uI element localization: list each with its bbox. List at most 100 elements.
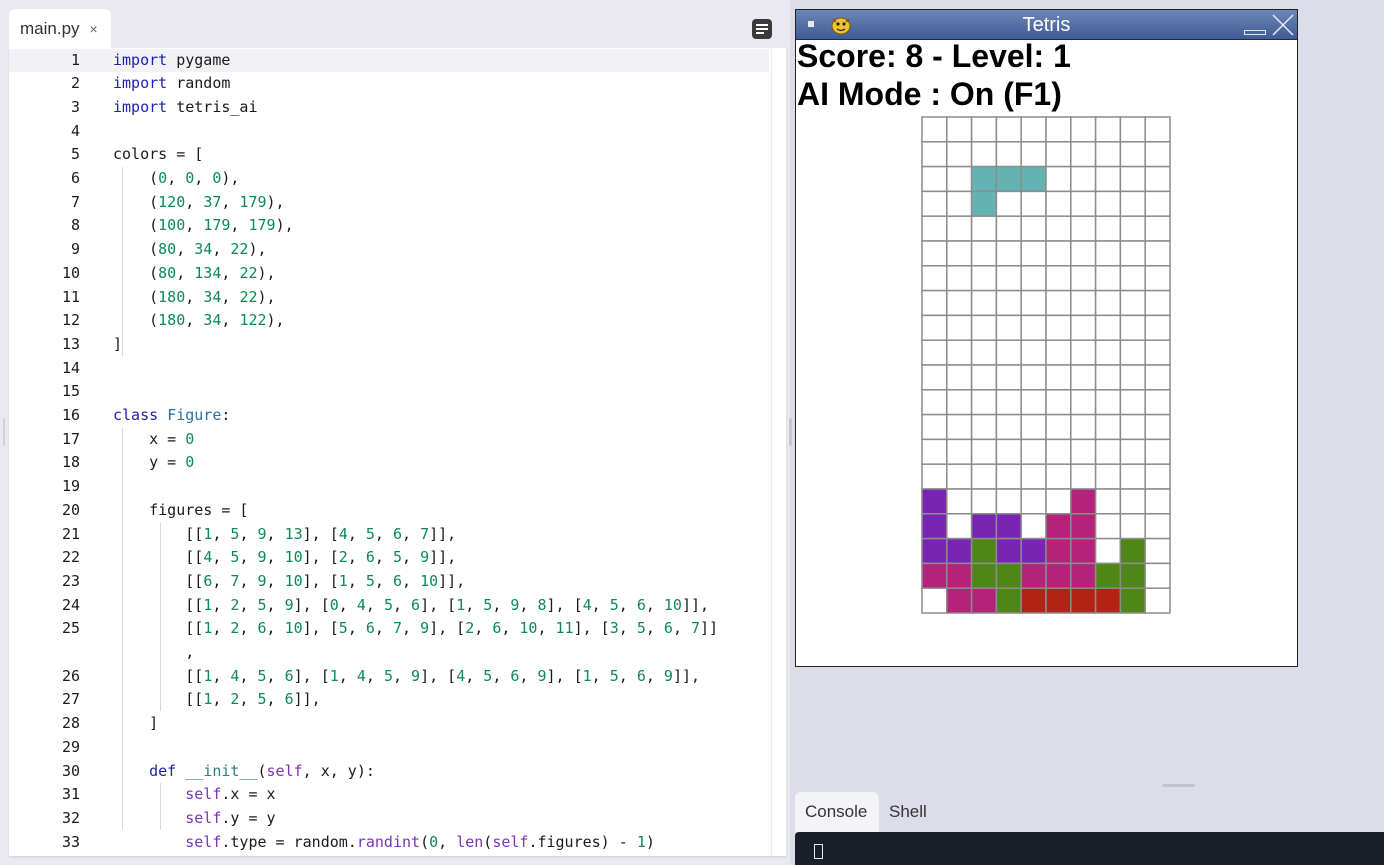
tetris-window[interactable]: Tetris Score: 8 - Level: 1 AI Mode : On … bbox=[795, 9, 1298, 667]
code-line[interactable]: 2 import random bbox=[9, 72, 769, 95]
split-resize-handle[interactable] bbox=[789, 418, 792, 446]
code-line[interactable]: 19 bbox=[9, 475, 769, 498]
board-cell bbox=[946, 215, 973, 242]
close-tab-icon[interactable]: × bbox=[90, 21, 98, 37]
board-cell bbox=[1119, 240, 1146, 267]
editor-area: main.py × 1 import pygame 2 import random 3 i… bbox=[0, 0, 792, 865]
panel-menu-icon[interactable] bbox=[752, 19, 772, 39]
board-cell bbox=[1094, 438, 1122, 465]
board-cell bbox=[1020, 513, 1047, 540]
board-cell bbox=[995, 389, 1022, 416]
board-cell bbox=[1144, 488, 1171, 515]
board-cell bbox=[970, 314, 998, 341]
board-cell bbox=[921, 165, 948, 193]
close-window-icon[interactable] bbox=[1270, 12, 1296, 38]
board-cell bbox=[1020, 215, 1047, 242]
indent-guide bbox=[160, 522, 161, 712]
code-line[interactable]: 9 (80, 34, 22), bbox=[9, 238, 769, 261]
code-text: class Figure: bbox=[113, 406, 231, 424]
window-title-bar[interactable]: Tetris bbox=[796, 10, 1297, 40]
board-cell bbox=[946, 488, 973, 515]
code-line[interactable]: 26 [[1, 4, 5, 6], [1, 4, 5, 9], [4, 5, 6… bbox=[9, 665, 769, 688]
code-text: , bbox=[113, 643, 195, 661]
code-line[interactable]: 17 x = 0 bbox=[9, 428, 769, 451]
code-line[interactable]: 32 self.y = y bbox=[9, 807, 769, 830]
board-cell bbox=[1119, 165, 1146, 193]
line-number: 24 bbox=[61, 595, 80, 614]
board-cell bbox=[921, 587, 948, 614]
code-line[interactable]: 20 figures = [ bbox=[9, 499, 769, 522]
minimize-icon[interactable] bbox=[1244, 30, 1266, 35]
board-cell bbox=[1094, 463, 1122, 490]
code-line[interactable]: 21 [[1, 5, 9, 13], [4, 5, 6, 7]], bbox=[9, 523, 769, 546]
code-line[interactable]: 7 (120, 37, 179), bbox=[9, 191, 769, 214]
code-line[interactable]: 13] bbox=[9, 333, 769, 356]
board-cell bbox=[1045, 165, 1072, 193]
code-line[interactable]: 10 (80, 134, 22), bbox=[9, 262, 769, 285]
code-line[interactable]: 29 bbox=[9, 736, 769, 759]
board-cell bbox=[970, 116, 998, 143]
tab-shell[interactable]: Shell bbox=[879, 792, 937, 832]
code-line[interactable]: 22 [[4, 5, 9, 10], [2, 6, 5, 9]], bbox=[9, 546, 769, 569]
code-text: colors = [ bbox=[113, 145, 204, 164]
board-cell bbox=[1070, 438, 1097, 465]
board-cell bbox=[921, 314, 948, 341]
board-cell bbox=[1094, 314, 1122, 341]
board-block bbox=[1119, 537, 1146, 565]
code-line[interactable]: 3 import tetris_ai bbox=[9, 96, 769, 119]
code-line[interactable]: 11 (180, 34, 22), bbox=[9, 286, 769, 309]
code-line[interactable]: 15 bbox=[9, 380, 769, 403]
code-line[interactable]: 8 (100, 179, 179), bbox=[9, 214, 769, 237]
code-text: (180, 34, 22), bbox=[113, 287, 276, 306]
window-title: Tetris bbox=[1022, 14, 1071, 36]
code-line[interactable]: 27 [[1, 2, 5, 6]], bbox=[9, 688, 769, 711]
code-line[interactable]: 6 (0, 0, 0), bbox=[9, 167, 769, 190]
board-cell bbox=[946, 165, 973, 193]
game-surface[interactable]: Score: 8 - Level: 1 AI Mode : On (F1) bbox=[796, 38, 1297, 666]
board-cell bbox=[1144, 364, 1171, 391]
code-line[interactable]: 5 colors = [ bbox=[9, 143, 769, 166]
code-line[interactable]: 16 class Figure: bbox=[9, 404, 769, 427]
line-number: 27 bbox=[61, 690, 80, 709]
board-cell bbox=[970, 438, 998, 465]
code-line[interactable]: 31 self.x = x bbox=[9, 783, 769, 806]
code-line[interactable]: 18 y = 0 bbox=[9, 451, 769, 474]
board-cell bbox=[946, 389, 973, 416]
code-line[interactable]: 24 [[1, 2, 5, 9], [0, 4, 5, 6], [1, 5, 9… bbox=[9, 594, 769, 617]
board-cell bbox=[921, 339, 948, 366]
left-resize-handle[interactable] bbox=[3, 418, 5, 446]
board-cell bbox=[1119, 314, 1146, 341]
board-block bbox=[970, 190, 998, 217]
file-tab-main-py[interactable]: main.py × bbox=[9, 9, 111, 49]
line-number: 6 bbox=[70, 169, 80, 187]
code-line[interactable]: 28 ] bbox=[9, 712, 769, 735]
board-cell bbox=[1144, 438, 1171, 465]
code-line[interactable]: 33 self.type = random.randint(0, len(sel… bbox=[9, 831, 769, 854]
board-block bbox=[1094, 562, 1122, 589]
bottom-panel-tabs: Console Shell bbox=[795, 792, 1384, 832]
code-line[interactable]: , bbox=[9, 641, 769, 664]
board-cell bbox=[1020, 289, 1047, 317]
board-block bbox=[921, 562, 948, 589]
board-block bbox=[995, 562, 1022, 589]
board-cell bbox=[1070, 289, 1097, 317]
board-cell bbox=[1045, 438, 1072, 465]
code-line[interactable]: 4 bbox=[9, 120, 769, 143]
code-line[interactable]: 14 bbox=[9, 357, 769, 380]
code-line[interactable]: 1 import pygame bbox=[9, 48, 769, 72]
board-cell bbox=[1144, 141, 1171, 168]
tab-console[interactable]: Console bbox=[795, 792, 879, 832]
board-cell bbox=[970, 389, 998, 416]
board-cell bbox=[995, 413, 1022, 441]
board-cell bbox=[1070, 389, 1097, 416]
code-line[interactable]: 12 (180, 34, 122), bbox=[9, 309, 769, 332]
board-block bbox=[1070, 562, 1097, 589]
code-line[interactable]: 23 [[6, 7, 9, 10], [1, 5, 6, 10]], bbox=[9, 570, 769, 593]
code-line[interactable]: 30 def __init__(self, x, y): bbox=[9, 760, 769, 783]
code-line[interactable]: 25 [[1, 2, 6, 10], [5, 6, 7, 9], [2, 6, … bbox=[9, 617, 769, 640]
bottom-panel-resize-handle[interactable] bbox=[1162, 784, 1195, 787]
code-editor[interactable]: 1 import pygame 2 import random 3 import tetr… bbox=[9, 48, 786, 856]
editor-scrollbar[interactable] bbox=[771, 48, 786, 856]
board-cell bbox=[1020, 413, 1047, 441]
console-output[interactable] bbox=[795, 832, 1384, 865]
